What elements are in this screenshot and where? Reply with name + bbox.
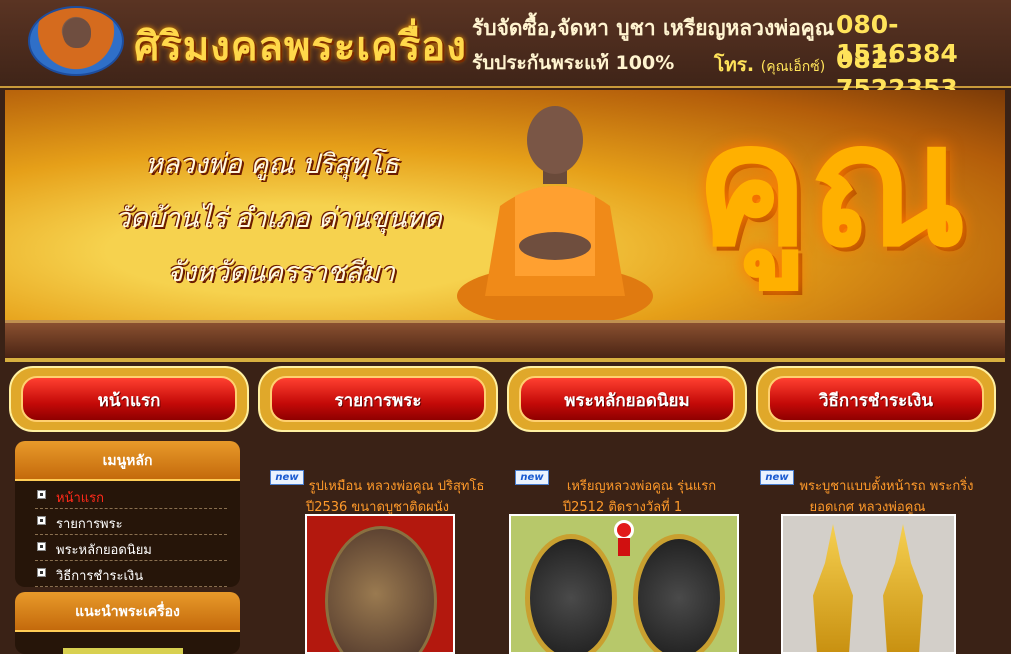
- nav-payment-button[interactable]: วิธีการชำระเงิน: [756, 366, 996, 432]
- recommend-box: [15, 632, 240, 654]
- product-image[interactable]: [305, 514, 455, 654]
- sidebar-item-label: วิธีการชำระเงิน: [56, 569, 144, 584]
- contact-line-2: รับประกันพระแท้ 100%: [472, 52, 675, 74]
- site-header: ศิริมงคลพระเครื่อง รับจัดซื้อ,จัดหา บูชา…: [0, 0, 1011, 103]
- main-menu: หน้าแรก รายการพระ พระหลักยอดนิยม วิธีการ…: [15, 481, 240, 587]
- nav-home-button[interactable]: หน้าแรก: [9, 366, 249, 432]
- main-menu-title: เมนูหลัก: [15, 441, 240, 481]
- coin-back-image: [633, 534, 725, 652]
- nav-amulet-list-button[interactable]: รายการพระ: [258, 366, 498, 432]
- hero-banner: หลวงพ่อ คูณ ปริสุทฺโธ วัดบ้านไร่ อำเภอ ด…: [5, 90, 1005, 358]
- sidebar-item-label: รายการพระ: [56, 517, 123, 532]
- banner-line-2: วัดบ้านไร่ อำเภอ ด่านขุนทด: [115, 203, 442, 234]
- monk-image: [457, 106, 653, 326]
- sidebar-item-payment[interactable]: วิธีการชำระเงิน: [35, 561, 227, 587]
- bullet-icon: [37, 542, 46, 551]
- coin-front-image: [525, 534, 617, 652]
- amulet-image: [325, 526, 437, 652]
- phone-label-text: โทร.: [714, 54, 755, 76]
- divider: [5, 358, 1005, 362]
- recommend-thumbnail[interactable]: [63, 648, 183, 654]
- nav-label: พระหลักยอดนิยม: [564, 391, 690, 411]
- nav-label: รายการพระ: [334, 391, 422, 411]
- statue-image: [883, 524, 923, 652]
- bullet-icon: [37, 490, 46, 499]
- sidebar-item-home[interactable]: หน้าแรก: [35, 483, 227, 509]
- sidebar-item-label: หน้าแรก: [56, 491, 104, 506]
- statue-image: [813, 524, 853, 652]
- product-title-link[interactable]: พระบูชาแบบตั้งหน้ารถ พระกริ่งยอดเกศ หลวง…: [760, 476, 975, 518]
- site-title[interactable]: ศิริมงคลพระเครื่อง: [134, 14, 467, 78]
- product-title-link[interactable]: รูปเหมือน หลวงพ่อคูณ ปริสุทโธ ปี2536 ขนา…: [270, 476, 485, 518]
- phone-contact-name: (คุณเอ็กซ์): [760, 59, 826, 75]
- nav-label: วิธีการชำระเงิน: [819, 391, 933, 411]
- banner-line-3: จังหวัดนครราชสีมา: [167, 257, 395, 288]
- sidebar-item-label: พระหลักยอดนิยม: [56, 543, 152, 558]
- phone-label: โทร. (คุณเอ็กซ์): [714, 50, 825, 80]
- nav-label: หน้าแรก: [97, 391, 161, 411]
- product-title-link[interactable]: เหรียญหลวงพ่อคูณ รุ่นแรก ปี2512 ติดรางวั…: [515, 476, 730, 518]
- award-ribbon-icon: [614, 520, 634, 556]
- bullet-icon: [37, 568, 46, 577]
- contact-line-1: รับจัดซื้อ,จัดหา บูชา เหรียญหลวงพ่อคูณ: [472, 16, 835, 40]
- monk-avatar: [28, 6, 124, 76]
- banner-big-text: คูณ: [695, 90, 967, 285]
- bullet-icon: [37, 516, 46, 525]
- nav-popular-button[interactable]: พระหลักยอดนิยม: [507, 366, 747, 432]
- banner-line-1: หลวงพ่อ คูณ ปริสุทฺโธ: [145, 149, 399, 180]
- sidebar-item-popular[interactable]: พระหลักยอดนิยม: [35, 535, 227, 561]
- product-image[interactable]: [781, 514, 956, 654]
- banner-floor: [5, 320, 1005, 358]
- recommend-title: แนะนำพระเครื่อง: [15, 592, 240, 632]
- sidebar-item-amulet-list[interactable]: รายการพระ: [35, 509, 227, 535]
